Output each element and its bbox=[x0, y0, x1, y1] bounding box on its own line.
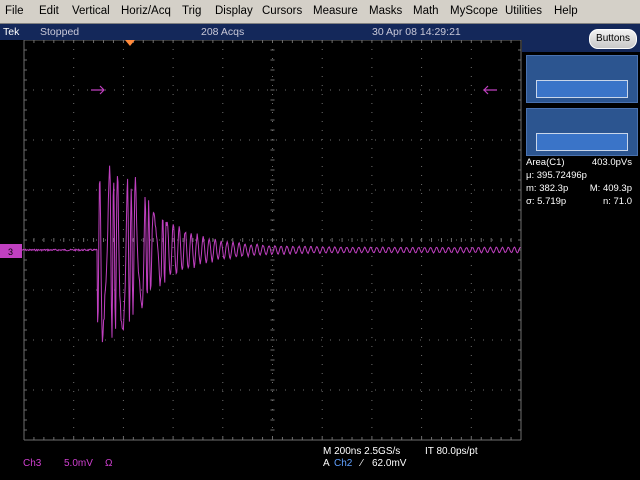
menu-cursors[interactable]: Cursors bbox=[262, 5, 302, 17]
trigger-source[interactable]: Ch2 bbox=[334, 458, 352, 469]
buttons-button[interactable]: Buttons bbox=[589, 29, 637, 49]
trigger-prefix: A bbox=[323, 458, 330, 469]
acquisition-count: 208 Acqs bbox=[201, 26, 245, 38]
menu-math[interactable]: Math bbox=[413, 5, 439, 17]
control-field-2[interactable] bbox=[536, 133, 628, 151]
control-window-2 bbox=[526, 108, 638, 156]
channel-coupling: Ω bbox=[105, 458, 113, 469]
status-bar: Tek Stopped 208 Acqs 30 Apr 08 14:29:21 bbox=[0, 24, 522, 40]
menu-utilities[interactable]: Utilities bbox=[505, 5, 542, 17]
svg-text:3: 3 bbox=[8, 247, 13, 257]
menu-display[interactable]: Display bbox=[215, 5, 253, 17]
menu-trig[interactable]: Trig bbox=[182, 5, 201, 17]
interval-readout: IT 80.0ps/pt bbox=[425, 446, 478, 457]
measurement-min: m: 382.3p bbox=[526, 183, 569, 194]
control-field-1[interactable] bbox=[536, 80, 628, 98]
measurement-mean: μ: 395.72496p bbox=[526, 170, 587, 181]
measurement-count: n: 71.0 bbox=[602, 196, 632, 207]
measurement-value: 403.0pVs bbox=[591, 157, 632, 168]
channel-label[interactable]: Ch3 bbox=[23, 458, 41, 469]
menu-horiz-acq[interactable]: Horiz/Acq bbox=[121, 5, 171, 17]
trigger-slope-icon: ⁄ bbox=[361, 458, 363, 469]
measurement-sigma: σ: 5.719p bbox=[526, 196, 567, 207]
menu-vertical[interactable]: Vertical bbox=[72, 5, 110, 17]
menu-masks[interactable]: Masks bbox=[369, 5, 402, 17]
timebase-readout[interactable]: M 200ns 2.5GS/s bbox=[323, 446, 400, 457]
measurement-title: Area(C1) bbox=[526, 157, 565, 168]
menu-myscope[interactable]: MyScope bbox=[450, 5, 498, 17]
menu-bar: File Edit Vertical Horiz/Acq Trig Displa… bbox=[0, 0, 640, 24]
channel-3-marker[interactable]: 3 bbox=[0, 244, 22, 258]
menu-measure[interactable]: Measure bbox=[313, 5, 358, 17]
acquisition-state[interactable]: Stopped bbox=[40, 26, 79, 38]
trigger-level[interactable]: 62.0mV bbox=[372, 458, 406, 469]
brand-label: Tek bbox=[3, 26, 20, 38]
menu-file[interactable]: File bbox=[5, 5, 24, 17]
control-window-1 bbox=[526, 55, 638, 103]
measurement-max: M: 409.3p bbox=[589, 183, 632, 194]
menu-edit[interactable]: Edit bbox=[39, 5, 59, 17]
channel-scale[interactable]: 5.0mV bbox=[64, 458, 93, 469]
date-time: 30 Apr 08 14:29:21 bbox=[372, 26, 461, 38]
control-panel-header: Buttons bbox=[522, 24, 640, 52]
control-panel: Buttons Area(C1) 403.0pVs μ: 395.72496p … bbox=[522, 24, 640, 480]
menu-help[interactable]: Help bbox=[554, 5, 578, 17]
waveform-display[interactable]: 3 bbox=[0, 40, 522, 444]
